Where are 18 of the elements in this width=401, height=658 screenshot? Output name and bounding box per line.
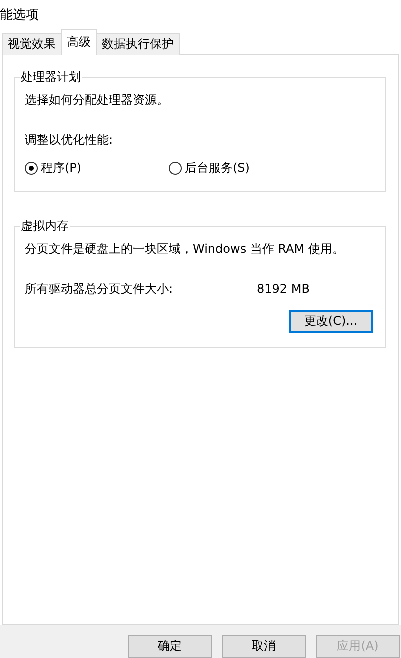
total-label: 所有驱动器总分页文件大小: bbox=[25, 281, 174, 298]
change-button[interactable]: 更改(C)... bbox=[289, 310, 373, 334]
total-value: 8192 MB bbox=[257, 281, 310, 298]
radio-icon[interactable] bbox=[25, 162, 38, 176]
prompt-text: 调整以优化性能: bbox=[25, 132, 114, 148]
radio-option[interactable]: 后台服务(S) bbox=[169, 160, 313, 178]
description-text: 分页文件是硬盘上的一块区域，Windows 当作 RAM 使用。 bbox=[25, 241, 346, 258]
radio-icon[interactable] bbox=[169, 162, 182, 176]
tab[interactable]: 数据执行保护 bbox=[96, 33, 180, 56]
dialog-button[interactable]: 取消 bbox=[222, 635, 306, 658]
dialog-button[interactable]: 确定 bbox=[128, 635, 212, 658]
group-title: 处理器计划 bbox=[20, 69, 82, 86]
group-title: 虚拟内存 bbox=[20, 218, 70, 236]
radio-option[interactable]: 程序(P) bbox=[25, 160, 169, 178]
description-text: 选择如何分配处理器资源。 bbox=[25, 92, 170, 108]
tab[interactable]: 高级 bbox=[61, 29, 97, 56]
tab[interactable]: 视觉效果 bbox=[2, 33, 62, 56]
window-title: 能选项 bbox=[0, 6, 40, 25]
